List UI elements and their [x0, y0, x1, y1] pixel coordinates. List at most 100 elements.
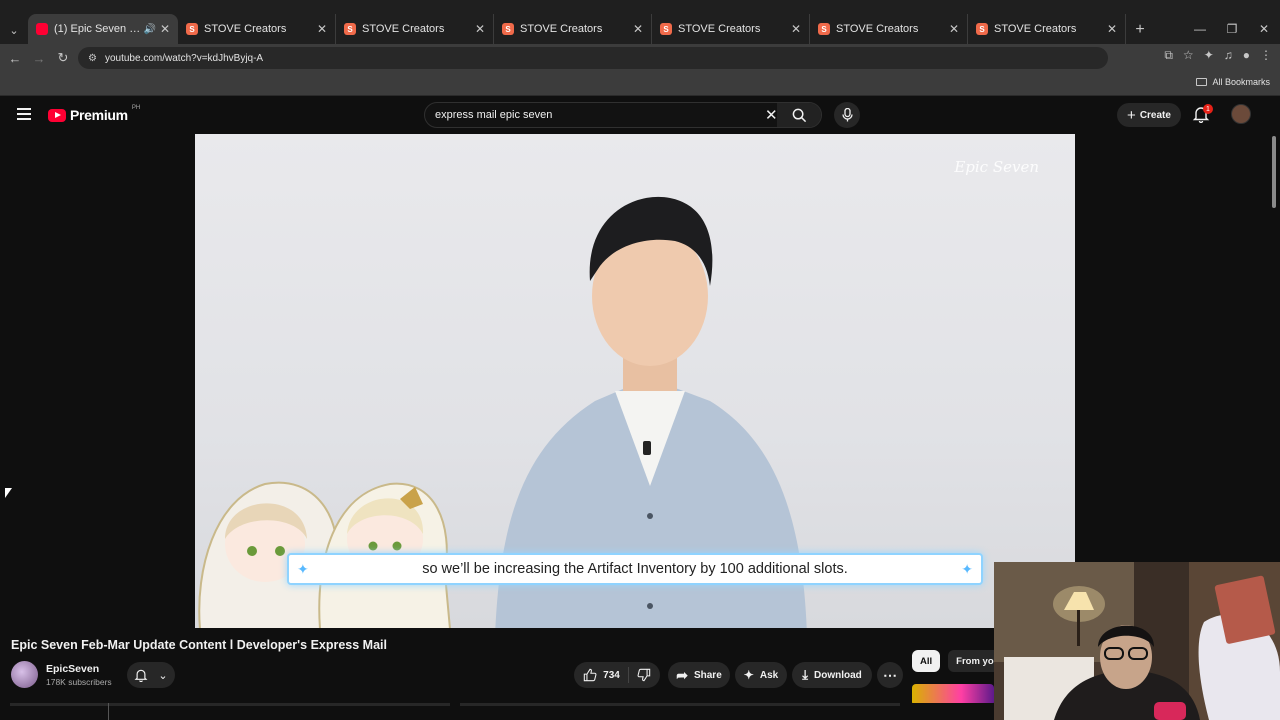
- webcam-feed: [994, 562, 1280, 720]
- close-tab-icon[interactable]: ✕: [1107, 22, 1117, 36]
- tab-title: STOVE Creators: [994, 23, 1077, 35]
- chip-all[interactable]: All: [912, 650, 941, 672]
- more-actions-button[interactable]: ⋯: [877, 662, 903, 688]
- channel-avatar[interactable]: [11, 661, 38, 688]
- minimize-icon[interactable]: —: [1184, 14, 1216, 44]
- tab-title: STOVE Creators: [520, 23, 603, 35]
- channel-info: EpicSeven 178K subscribers: [11, 661, 112, 688]
- browser-title-bar: ⌄ (1) Epic Seven Feb-Mar Update 🔊 ✕ S ST…: [0, 0, 1280, 44]
- tab-stove-5[interactable]: S STOVE Creators ✕: [810, 14, 968, 44]
- caption-overlay: ✦ so we’ll be increasing the Artifact In…: [287, 553, 983, 585]
- close-tab-icon[interactable]: ✕: [633, 22, 643, 36]
- forward-icon[interactable]: →: [27, 51, 51, 66]
- youtube-logo[interactable]: Premium PH: [48, 105, 141, 123]
- bookmark-star-icon[interactable]: ☆: [1183, 48, 1194, 63]
- extensions-icon[interactable]: ✦: [1204, 48, 1214, 63]
- channel-name[interactable]: EpicSeven: [46, 663, 112, 675]
- share-icon: ➦: [676, 666, 688, 683]
- video-watermark: Epic Seven: [954, 158, 1039, 176]
- ask-label: Ask: [759, 669, 779, 681]
- tab-stove-6[interactable]: S STOVE Creators ✕: [968, 14, 1126, 44]
- url-field[interactable]: ⚙ youtube.com/watch?v=kdJhvByjq-A: [78, 47, 1108, 69]
- more-icon: ⋯: [883, 666, 897, 683]
- like-button[interactable]: 734: [575, 667, 629, 683]
- tab-title: STOVE Creators: [678, 23, 761, 35]
- download-button[interactable]: ⤓ Download: [792, 662, 872, 688]
- youtube-favicon-icon: [36, 23, 48, 35]
- site-info-icon[interactable]: ⚙: [88, 53, 97, 64]
- subscription-notification-button[interactable]: ⌄: [127, 662, 175, 688]
- stove-favicon-icon: S: [660, 23, 672, 35]
- page-scrollbar[interactable]: [1272, 136, 1276, 208]
- ask-button[interactable]: ✦ Ask: [735, 662, 787, 688]
- profile-icon[interactable]: ●: [1243, 48, 1250, 63]
- all-bookmarks[interactable]: All Bookmarks: [1196, 77, 1270, 87]
- notification-badge: 1: [1203, 104, 1213, 114]
- thumbs-down-icon: [637, 668, 651, 682]
- close-window-icon[interactable]: ✕: [1248, 14, 1280, 44]
- tab-stove-3[interactable]: S STOVE Creators ✕: [494, 14, 652, 44]
- close-tab-icon[interactable]: ✕: [475, 22, 485, 36]
- clear-search-icon[interactable]: ✕: [765, 106, 778, 124]
- dislike-button[interactable]: [629, 668, 659, 682]
- search-icon: [792, 108, 806, 122]
- plus-icon: +: [1127, 106, 1136, 124]
- account-avatar[interactable]: [1231, 104, 1251, 124]
- streamer-webcam: [994, 562, 1280, 720]
- menu-icon[interactable]: [17, 108, 31, 120]
- close-tab-icon[interactable]: ✕: [949, 22, 959, 36]
- stove-favicon-icon: S: [502, 23, 514, 35]
- stove-favicon-icon: S: [344, 23, 356, 35]
- tab-title: STOVE Creators: [362, 23, 445, 35]
- install-app-icon[interactable]: ⧉: [1164, 48, 1173, 63]
- search-input[interactable]: [435, 109, 755, 121]
- video-title: Epic Seven Feb-Mar Update Content l Deve…: [11, 638, 387, 652]
- tab-stove-1[interactable]: S STOVE Creators ✕: [178, 14, 336, 44]
- restore-icon[interactable]: ❐: [1216, 14, 1248, 44]
- tab-title: STOVE Creators: [836, 23, 919, 35]
- close-tab-icon[interactable]: ✕: [160, 22, 170, 36]
- share-button[interactable]: ➦ Share: [668, 662, 730, 688]
- media-control-icon[interactable]: ♫: [1224, 48, 1233, 63]
- all-bookmarks-label: All Bookmarks: [1212, 77, 1270, 87]
- caption-text: so we’ll be increasing the Artifact Inve…: [422, 561, 848, 577]
- browser-menu-icon[interactable]: ⋮: [1260, 48, 1272, 63]
- new-tab-icon[interactable]: +: [1126, 16, 1154, 44]
- bookmarks-bar: All Bookmarks: [0, 72, 1280, 96]
- tab-strip: ⌄ (1) Epic Seven Feb-Mar Update 🔊 ✕ S ST…: [0, 14, 1280, 44]
- chevron-down-icon: ⌄: [158, 669, 168, 682]
- reload-icon[interactable]: ↻: [51, 50, 75, 66]
- stove-favicon-icon: S: [186, 23, 198, 35]
- stove-favicon-icon: S: [976, 23, 988, 35]
- youtube-header: Premium PH ✕ + Create 1: [0, 96, 1280, 134]
- notifications-button[interactable]: 1: [1192, 104, 1213, 125]
- sparkle-icon: ✦: [961, 561, 973, 577]
- tab-stove-2[interactable]: S STOVE Creators ✕: [336, 14, 494, 44]
- back-icon[interactable]: ←: [3, 51, 27, 66]
- close-tab-icon[interactable]: ✕: [791, 22, 801, 36]
- youtube-play-icon: [48, 108, 66, 122]
- country-code: PH: [131, 105, 141, 111]
- description-box-edge: [10, 703, 450, 706]
- divider: [108, 703, 109, 720]
- tab-search-icon[interactable]: ⌄: [0, 16, 28, 44]
- speaker-icon[interactable]: 🔊: [143, 24, 155, 35]
- url-text: youtube.com/watch?v=kdJhvByjq-A: [104, 52, 264, 64]
- share-label: Share: [693, 669, 722, 681]
- sparkle-icon: ✦: [297, 561, 309, 577]
- search-button[interactable]: [777, 103, 821, 127]
- create-label: Create: [1139, 109, 1171, 121]
- tab-title: STOVE Creators: [204, 23, 287, 35]
- like-count: 734: [603, 669, 620, 681]
- folder-icon: [1196, 78, 1208, 86]
- voice-search-button[interactable]: [834, 102, 860, 128]
- close-tab-icon[interactable]: ✕: [317, 22, 327, 36]
- download-label: Download: [813, 669, 862, 681]
- tab-youtube[interactable]: (1) Epic Seven Feb-Mar Update 🔊 ✕: [28, 14, 178, 44]
- toolbar-icons: ⧉ ☆ ✦ ♫ ● ⋮: [1164, 48, 1272, 63]
- search-box: ✕: [424, 102, 822, 128]
- window-controls: — ❐ ✕: [1184, 14, 1280, 44]
- create-button[interactable]: + Create: [1117, 103, 1181, 127]
- logo-text: Premium: [70, 107, 128, 123]
- tab-stove-4[interactable]: S STOVE Creators ✕: [652, 14, 810, 44]
